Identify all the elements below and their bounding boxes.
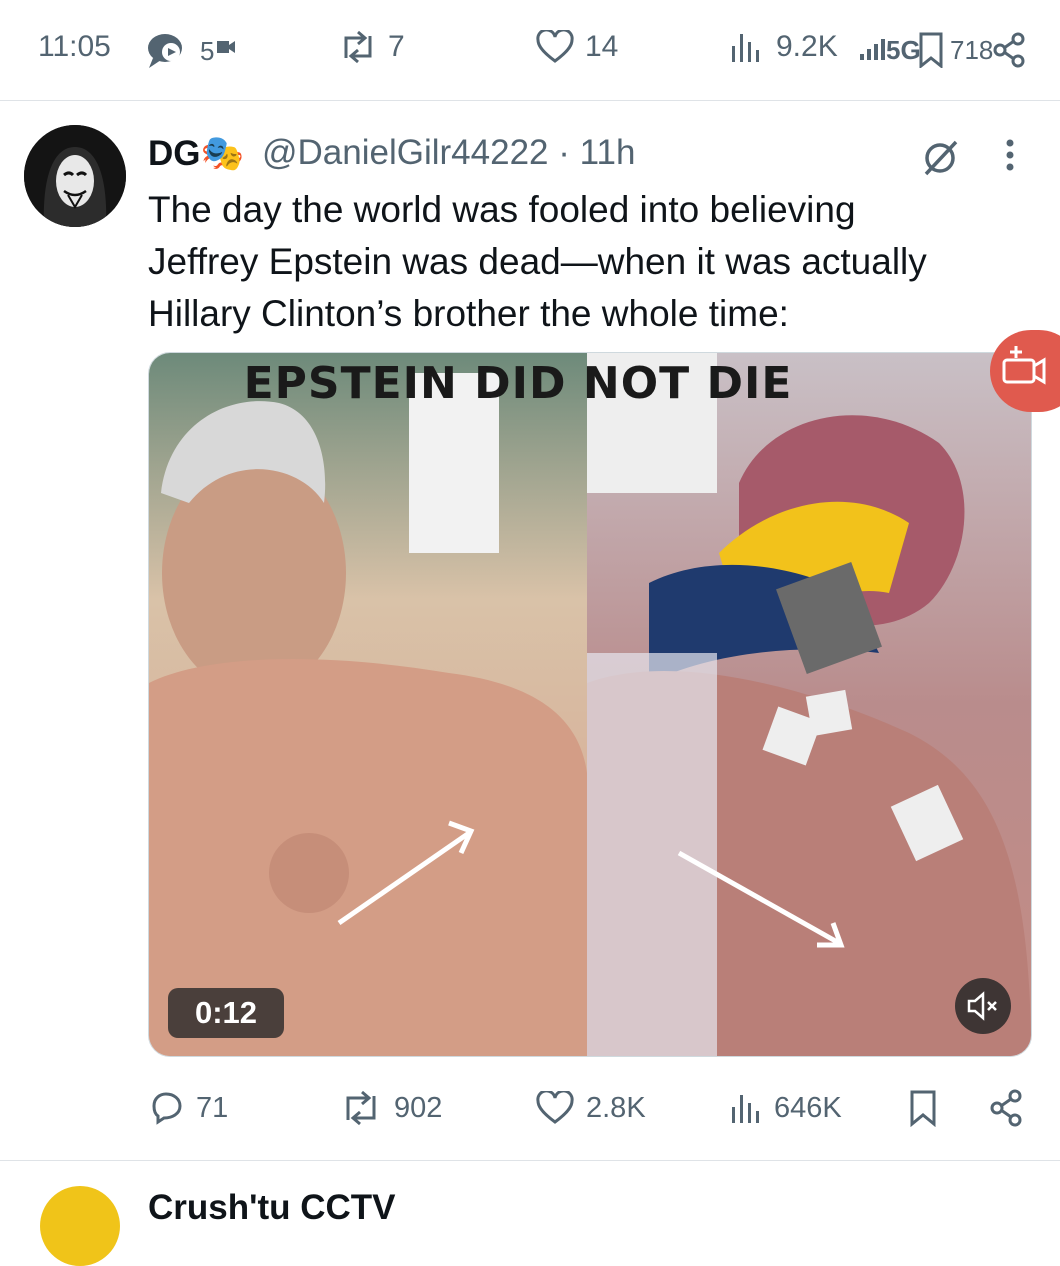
top-like-count: 14 — [585, 30, 619, 63]
reply-icon — [152, 1092, 182, 1125]
views-icon — [732, 1095, 759, 1123]
video-caption: EPSTEIN DID NOT DIE — [243, 358, 793, 409]
message-badge: 5 — [200, 36, 215, 66]
next-tweet-author[interactable]: Crush'tu CCTV — [148, 1188, 395, 1228]
message-icon[interactable] — [145, 30, 182, 68]
battery-level: 718 — [950, 35, 994, 65]
view-count: 646K — [774, 1091, 842, 1124]
heart-icon[interactable] — [536, 28, 574, 64]
network-type: 5G — [886, 35, 921, 65]
tweet-divider — [0, 1160, 1060, 1161]
next-tweet-avatar[interactable] — [40, 1186, 120, 1266]
grok-icon[interactable] — [920, 138, 960, 183]
camera-icon — [216, 38, 250, 72]
author-name[interactable]: DG🎭 — [148, 133, 244, 174]
top-repost-count: 7 — [388, 30, 405, 63]
share-button[interactable] — [988, 1086, 1024, 1130]
avatar[interactable] — [24, 125, 126, 227]
like-button[interactable]: 2.8K — [536, 1086, 646, 1130]
mute-icon[interactable] — [955, 978, 1011, 1034]
bookmark-button[interactable] — [908, 1086, 938, 1130]
bookmark-icon — [910, 1090, 936, 1127]
bookmark-icon[interactable] — [918, 32, 952, 70]
tweet-text: The day the world was fooled into believ… — [148, 184, 1028, 340]
tweet-text-line: Hillary Clinton’s brother the whole time… — [148, 293, 789, 334]
like-count: 2.8K — [586, 1091, 646, 1124]
tweet-video[interactable] — [148, 352, 1032, 1057]
video-duration: 0:12 — [168, 988, 284, 1038]
views-button[interactable]: 646K — [728, 1086, 842, 1130]
repost-icon[interactable] — [338, 30, 372, 64]
reply-count: 71 — [196, 1091, 229, 1124]
top-status-bar: 11:05 5 7 14 9.2K 5G 718 — [0, 0, 1060, 101]
repost-count: 902 — [394, 1091, 443, 1124]
repost-icon — [346, 1090, 376, 1126]
tweet-text-line: The day the world was fooled into believ… — [148, 189, 856, 230]
views-icon[interactable] — [728, 30, 762, 64]
share-icon — [990, 1089, 1022, 1127]
video-call-icon[interactable] — [990, 330, 1060, 412]
more-icon[interactable] — [1000, 138, 1020, 179]
top-view-count: 9.2K — [776, 30, 838, 63]
repost-button[interactable]: 902 — [340, 1086, 442, 1130]
clock-time: 11:05 — [38, 30, 111, 63]
reply-button[interactable]: 71 — [148, 1086, 228, 1130]
heart-icon — [536, 1091, 574, 1124]
author-handle-time[interactable]: @DanielGilr44222 · 11h — [262, 133, 635, 173]
share-icon[interactable] — [992, 32, 1026, 68]
tweet-text-line: Jeffrey Epstein was dead—when it was act… — [148, 241, 927, 282]
